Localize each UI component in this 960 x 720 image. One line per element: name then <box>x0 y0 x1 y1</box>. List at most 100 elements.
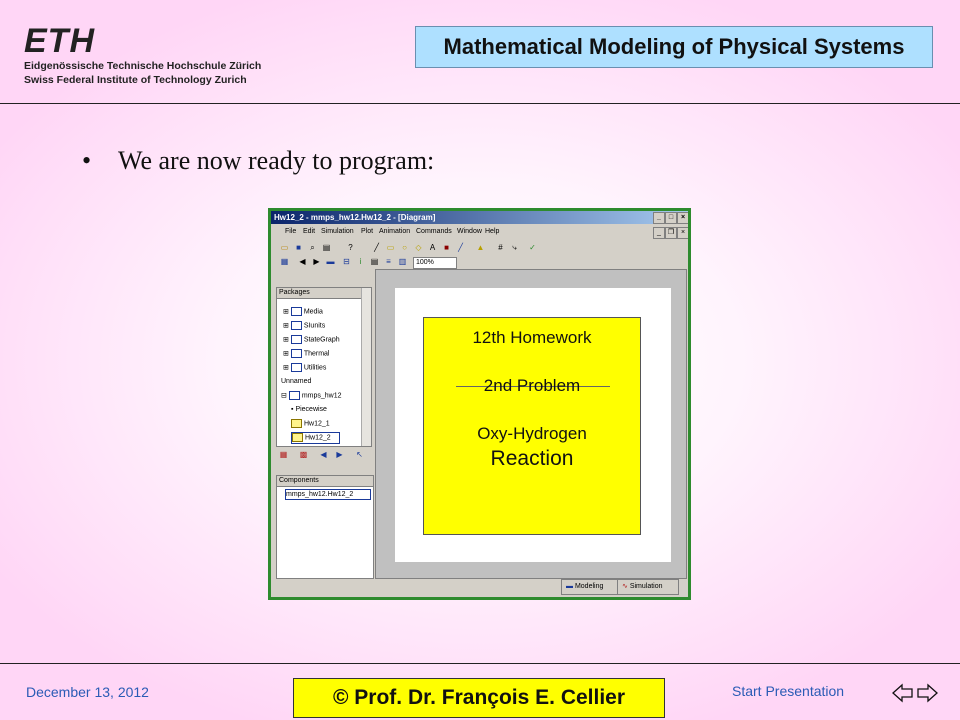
bullet-text: We are now ready to program: <box>118 146 435 175</box>
component-item[interactable]: mmps_hw12.Hw12_2 <box>285 489 371 500</box>
model-icon-graphic[interactable]: 12th Homework 2nd Problem Oxy-Hydrogen R… <box>423 317 641 535</box>
close-icon[interactable]: × <box>677 212 688 224</box>
bullet-marker: • <box>82 146 92 175</box>
package-icon <box>290 363 302 372</box>
component-browser: Components mmps_hw12.Hw12_2 <box>276 475 374 579</box>
zoom-select[interactable]: 100% <box>413 257 457 269</box>
menu-help[interactable]: Help <box>485 226 499 238</box>
doc-minimize-icon[interactable]: _ <box>653 227 665 239</box>
grid-view-icon[interactable]: ▩ <box>298 449 309 460</box>
fill-color-icon[interactable]: ▲ <box>475 242 486 253</box>
back-icon[interactable]: ◀ <box>297 256 308 267</box>
menu-edit[interactable]: Edit <box>303 226 315 238</box>
tab-simulation[interactable]: ∿ Simulation <box>617 579 679 595</box>
toolbar-main: ▭ ■ ⌕ ▤ ? ╱ ▭ ○ ◇ A ■ ╱ ▲ # ⤷ ✓ <box>271 241 688 256</box>
window-title: Hw12_2 - mmps_hw12.Hw12_2 - [Diagram] <box>274 213 436 222</box>
package-icon <box>290 321 302 330</box>
package-icon <box>288 391 300 400</box>
toolbar-nav: ▦ ◀ ▶ ▬ ⊟ i ▤ ≡ ▥ 100% <box>271 255 688 270</box>
window-titlebar[interactable]: Hw12_2 - mmps_hw12.Hw12_2 - [Diagram] _ … <box>271 211 688 224</box>
arrow-select-icon[interactable]: ↖ <box>354 449 365 460</box>
nav-forward-icon[interactable]: ▶ <box>334 449 345 460</box>
diagram-text-oxy-hydrogen: Oxy-Hydrogen <box>477 424 587 443</box>
info-icon[interactable]: i <box>355 256 366 267</box>
footer-author: © Prof. Dr. François E. Cellier <box>293 678 665 718</box>
maximize-icon[interactable]: □ <box>665 212 677 224</box>
eth-logo: ETH <box>24 22 95 60</box>
forward-arrow-icon[interactable] <box>916 682 938 704</box>
menu-window[interactable]: Window <box>457 226 482 238</box>
simulation-icon: ∿ <box>622 583 628 590</box>
package-icon <box>290 335 302 344</box>
browser-toolbar: ▦ ▩ ◀ ▶ ↖ <box>276 448 372 460</box>
packages-scrollbar[interactable] <box>361 288 371 446</box>
tree-item[interactable]: ⊞ SIunits <box>283 321 325 331</box>
text-layer-icon[interactable]: ▤ <box>369 256 380 267</box>
tree-item[interactable]: Hw12_1 <box>291 419 330 429</box>
institution-name-german: Eidgenössische Technische Hochschule Zür… <box>24 60 262 72</box>
line-icon[interactable]: ╱ <box>371 242 382 253</box>
model-icon <box>292 433 303 442</box>
package-icon <box>290 349 302 358</box>
menu-file[interactable]: File <box>285 226 296 238</box>
grid-icon[interactable]: # <box>495 242 506 253</box>
tree-item[interactable]: ⊟ mmps_hw12 <box>281 391 342 401</box>
minimize-icon[interactable]: _ <box>653 212 665 224</box>
tree-item-selected[interactable]: Hw12_2 <box>291 432 340 445</box>
menu-bar: File Edit Simulation Plot Animation Comm… <box>271 226 688 239</box>
print-icon[interactable]: ▤ <box>321 242 332 253</box>
rectangle-icon[interactable]: ▭ <box>385 242 396 253</box>
menu-simulation[interactable]: Simulation <box>321 226 354 238</box>
start-presentation-link[interactable]: Start Presentation <box>732 683 844 699</box>
forward-icon[interactable]: ▶ <box>311 256 322 267</box>
check-icon[interactable]: ✓ <box>527 242 538 253</box>
diagram-text-reaction: Reaction <box>490 447 574 470</box>
diagram-area[interactable]: 12th Homework 2nd Problem Oxy-Hydrogen R… <box>375 269 687 579</box>
polygon-icon[interactable]: ◇ <box>413 242 424 253</box>
tree-item[interactable]: ▪ Piecewise <box>291 405 327 415</box>
menu-commands[interactable]: Commands <box>416 226 452 238</box>
tab-modeling[interactable]: ▬ Modeling <box>561 579 619 595</box>
menu-plot[interactable]: Plot <box>361 226 373 238</box>
tree-item[interactable]: ⊞ Utilities <box>283 363 326 373</box>
bitmap-icon[interactable]: ■ <box>441 242 452 253</box>
modeling-mode-icon[interactable]: ▬ <box>325 256 336 267</box>
nav-back-icon[interactable]: ◀ <box>318 449 329 460</box>
footer-divider <box>0 663 960 664</box>
connect-icon[interactable]: ⤷ <box>509 242 520 253</box>
documentation-icon[interactable]: ▥ <box>397 256 408 267</box>
doc-close-icon[interactable]: × <box>677 227 688 239</box>
help-icon[interactable]: ? <box>345 242 356 253</box>
diagram-canvas[interactable]: 12th Homework 2nd Problem Oxy-Hydrogen R… <box>395 288 671 562</box>
ellipse-icon[interactable]: ○ <box>399 242 410 253</box>
open-icon[interactable]: ▭ <box>279 242 290 253</box>
package-icon <box>290 307 302 316</box>
back-arrow-icon[interactable] <box>892 682 914 704</box>
save-icon[interactable]: ■ <box>293 242 304 253</box>
text-icon[interactable]: A <box>427 242 438 253</box>
packages-header: Packages <box>277 288 363 299</box>
modeling-icon: ▬ <box>566 583 573 590</box>
institution-name-english: Swiss Federal Institute of Technology Zu… <box>24 74 247 86</box>
equation-layer-icon[interactable]: ≡ <box>383 256 394 267</box>
diagram-text-problem: 2nd Problem <box>483 376 581 395</box>
model-icon <box>291 419 302 428</box>
diagram-text-homework: 12th Homework <box>472 328 592 347</box>
menu-animation[interactable]: Animation <box>379 226 410 238</box>
tree-item[interactable]: ⊞ Media <box>283 307 323 317</box>
tree-item[interactable]: ⊞ Thermal <box>283 349 330 359</box>
window-body: Hw12_2 - mmps_hw12.Hw12_2 - [Diagram] _ … <box>271 211 688 597</box>
header-divider <box>0 103 960 104</box>
tree-item[interactable]: ⊞ StateGraph <box>283 335 340 345</box>
package-browser: Packages ⊞ Media ⊞ SIunits ⊞ StateGraph … <box>276 287 372 447</box>
footer-date: December 13, 2012 <box>26 684 149 700</box>
doc-restore-icon[interactable]: ❐ <box>665 227 677 239</box>
diagram-layer-icon[interactable]: ⊟ <box>341 256 352 267</box>
library-icon[interactable]: ▦ <box>278 449 289 460</box>
search-icon[interactable]: ⌕ <box>307 242 318 253</box>
line-color-icon[interactable]: ╱ <box>455 242 466 253</box>
course-title: Mathematical Modeling of Physical System… <box>415 26 933 68</box>
component-browser-icon[interactable]: ▦ <box>279 256 290 267</box>
dymola-window: Hw12_2 - mmps_hw12.Hw12_2 - [Diagram] _ … <box>268 208 691 600</box>
tree-item[interactable]: Unnamed <box>281 377 311 387</box>
